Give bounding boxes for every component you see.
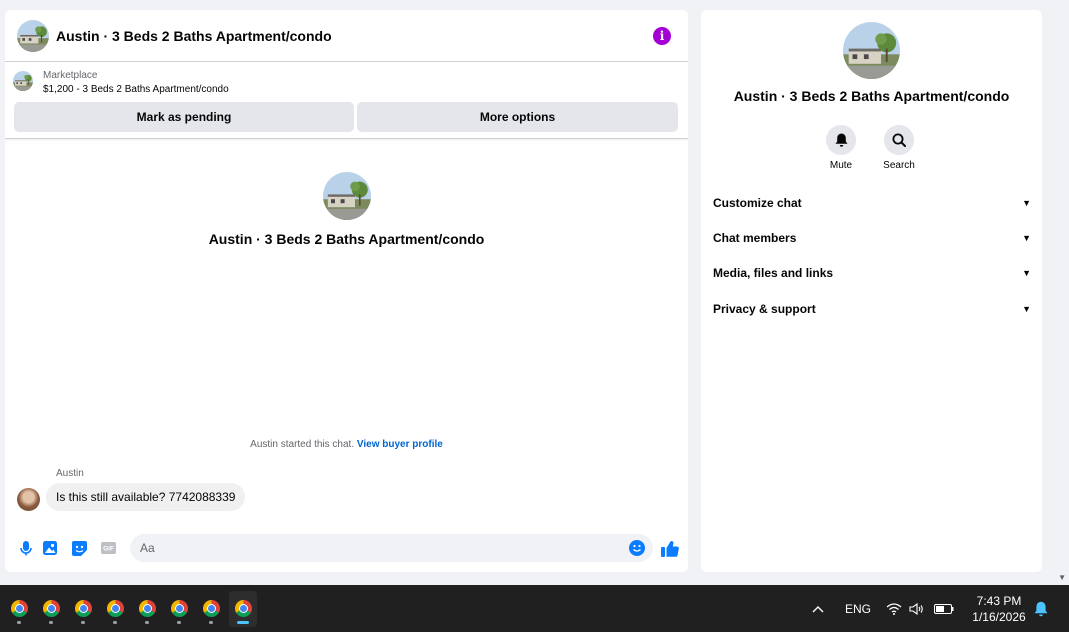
sender-avatar[interactable]: [17, 488, 40, 511]
chevron-down-icon: ▼: [1022, 198, 1031, 208]
taskbar-chrome-window[interactable]: [101, 591, 129, 627]
message-bubble[interactable]: Is this still available? 7742088339: [46, 483, 246, 511]
chat-intro-title: Austin · 3 Beds 2 Baths Apartment/condo: [208, 231, 485, 247]
gif-label: GIF: [103, 546, 114, 553]
chrome-icon: [106, 600, 124, 617]
running-indicator: [209, 621, 213, 624]
search-button[interactable]: Search: [874, 125, 924, 171]
photo-icon[interactable]: [42, 540, 58, 556]
search-icon: [884, 125, 914, 155]
section-media-files-links[interactable]: Media, files and links ▼: [713, 263, 1031, 283]
section-label: Chat members: [713, 231, 797, 245]
chat-intro: Austin · 3 Beds 2 Baths Apartment/condo: [5, 172, 688, 247]
mark-as-pending-button[interactable]: Mark as pending: [14, 102, 354, 132]
message-input[interactable]: [130, 534, 653, 562]
section-label: Privacy & support: [713, 302, 816, 316]
taskbar-chrome-window-active[interactable]: [229, 591, 257, 627]
microphone-icon[interactable]: [18, 540, 34, 556]
listing-price-title[interactable]: $1,200 - 3 Beds 2 Baths Apartment/condo: [43, 84, 229, 95]
notification-bell-icon[interactable]: [1034, 601, 1048, 622]
sticker-icon[interactable]: [71, 540, 87, 556]
volume-icon[interactable]: [909, 585, 925, 632]
info-panel-title: Austin · 3 Beds 2 Baths Apartment/condo: [733, 88, 1010, 104]
composer: GIF: [5, 532, 688, 564]
listing-avatar[interactable]: [17, 20, 49, 52]
section-label: Media, files and links: [713, 266, 834, 280]
chrome-icon: [170, 600, 188, 617]
emoji-icon[interactable]: [629, 540, 645, 556]
clock-date: 1/16/2026: [972, 610, 1026, 624]
running-indicator: [145, 621, 149, 624]
bell-icon: [826, 125, 856, 155]
chat-started-notice: Austin started this chat. View buyer pro…: [5, 439, 688, 450]
chevron-down-icon: ▼: [1022, 233, 1031, 243]
scroll-down-arrow-icon[interactable]: ▼: [1058, 573, 1066, 582]
chat-title[interactable]: Austin · 3 Beds 2 Baths Apartment/condo: [56, 28, 332, 44]
language-indicator[interactable]: ENG: [845, 585, 871, 632]
gif-icon[interactable]: GIF: [100, 540, 116, 556]
chrome-icon: [202, 600, 220, 617]
chrome-icon: [74, 600, 92, 617]
taskbar-chrome-window[interactable]: [165, 591, 193, 627]
marketplace-label: Marketplace: [43, 70, 98, 81]
taskbar: ENG 7:43 PM 1/16/2026: [0, 585, 1069, 632]
view-buyer-profile-link[interactable]: View buyer profile: [357, 439, 443, 450]
chat-panel: Austin · 3 Beds 2 Baths Apartment/condo …: [5, 10, 688, 572]
info-icon[interactable]: i: [653, 27, 671, 45]
battery-icon[interactable]: [934, 585, 954, 632]
section-customize-chat[interactable]: Customize chat ▼: [713, 193, 1031, 213]
taskbar-chrome-window[interactable]: [69, 591, 97, 627]
info-panel-avatar: [843, 22, 900, 79]
like-icon[interactable]: [660, 538, 680, 558]
clock[interactable]: 7:43 PM 1/16/2026: [966, 593, 1032, 625]
taskbar-chrome-window[interactable]: [37, 591, 65, 627]
listing-avatar-large: [323, 172, 371, 220]
mute-button[interactable]: Mute: [816, 125, 866, 171]
search-label: Search: [883, 160, 915, 171]
taskbar-chrome-window[interactable]: [5, 591, 33, 627]
running-indicator: [49, 621, 53, 624]
running-indicator: [81, 621, 85, 624]
chrome-icon: [138, 600, 156, 617]
section-chat-members[interactable]: Chat members ▼: [713, 228, 1031, 248]
more-options-button[interactable]: More options: [357, 102, 678, 132]
chat-header: Austin · 3 Beds 2 Baths Apartment/condo …: [5, 10, 688, 62]
section-privacy-support[interactable]: Privacy & support ▼: [713, 299, 1031, 319]
chevron-down-icon: ▼: [1022, 268, 1031, 278]
chat-started-text: Austin started this chat.: [250, 439, 355, 450]
marketplace-bar: Marketplace $1,200 - 3 Beds 2 Baths Apar…: [5, 62, 688, 139]
chrome-icon: [10, 600, 28, 617]
clock-time: 7:43 PM: [976, 594, 1022, 608]
section-label: Customize chat: [713, 196, 802, 210]
wifi-icon[interactable]: [886, 585, 902, 632]
running-indicator: [17, 621, 21, 624]
message-sender-name: Austin: [56, 468, 84, 479]
running-indicator: [113, 621, 117, 624]
chrome-icon: [234, 600, 252, 617]
page-scrollbar[interactable]: [1055, 0, 1069, 584]
active-indicator: [237, 621, 249, 624]
taskbar-chrome-window[interactable]: [197, 591, 225, 627]
show-hidden-icons-chevron-up-icon[interactable]: [812, 585, 824, 632]
taskbar-chrome-window[interactable]: [133, 591, 161, 627]
chrome-icon: [42, 600, 60, 617]
listing-thumbnail[interactable]: [13, 71, 33, 91]
chat-info-panel: Austin · 3 Beds 2 Baths Apartment/condo …: [701, 10, 1042, 572]
chevron-down-icon: ▼: [1022, 304, 1031, 314]
mute-label: Mute: [829, 160, 853, 171]
running-indicator: [177, 621, 181, 624]
